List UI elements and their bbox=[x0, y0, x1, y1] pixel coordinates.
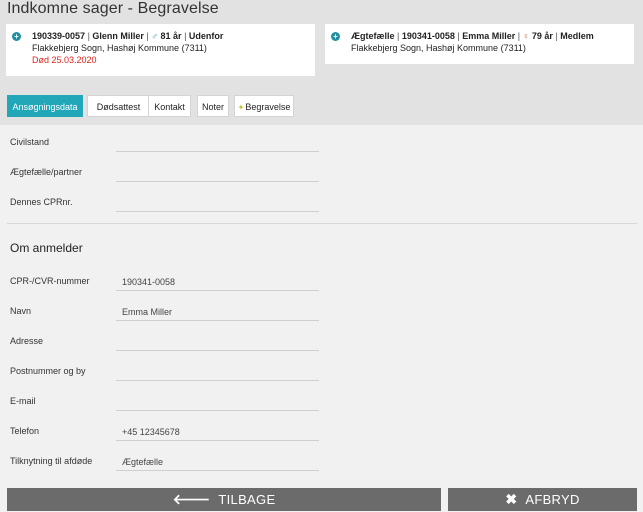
deceased-parish: Flakkebjerg Sogn, Hashøj Kommune (7311) bbox=[32, 43, 207, 53]
tab-noter[interactable]: Noter bbox=[197, 95, 229, 117]
telefon-field[interactable]: +45 12345678 bbox=[116, 419, 319, 441]
female-person-icon: ♀ bbox=[522, 31, 530, 41]
back-button-label: TILBAGE bbox=[218, 492, 276, 507]
field-label: Telefon bbox=[10, 426, 40, 436]
section-title-reporter: Om anmelder bbox=[10, 241, 83, 255]
form-row-cpr-cvr: CPR-/CVR-nummer 190341-0058 bbox=[0, 269, 643, 299]
field-label: E-mail bbox=[10, 396, 36, 406]
footer: 🡐 TILBAGE ✖ AFBRYD bbox=[0, 482, 643, 512]
tab-begravelse[interactable]: ✦Begravelse bbox=[234, 95, 294, 117]
deceased-card[interactable]: + 190339-0057 | Glenn Miller | ♂ 81 år |… bbox=[6, 24, 315, 76]
tab-doedsattest[interactable]: Dødsattest bbox=[87, 95, 150, 117]
tab-begravelse-label: Begravelse bbox=[245, 102, 291, 112]
cancel-button[interactable]: ✖ AFBRYD bbox=[448, 488, 637, 511]
form-row-postnummer: Postnummer og by bbox=[0, 359, 643, 389]
deceased-name: Glenn Miller bbox=[92, 31, 144, 41]
form-row-partner: Ægtefælle/partner bbox=[0, 160, 643, 190]
email-field[interactable] bbox=[116, 389, 319, 411]
arrow-left-icon: 🡐 bbox=[172, 491, 211, 507]
back-button[interactable]: 🡐 TILBAGE bbox=[7, 488, 441, 511]
plus-circle-icon[interactable]: + bbox=[331, 32, 340, 41]
deceased-summary: 190339-0057 | Glenn Miller | ♂ 81 år | U… bbox=[32, 31, 224, 41]
deceased-location: Udenfor bbox=[188, 31, 224, 41]
field-label: CPR-/CVR-nummer bbox=[10, 276, 90, 286]
field-label: Adresse bbox=[10, 336, 44, 346]
tilknytning-field[interactable]: Ægtefælle bbox=[116, 449, 319, 471]
form-row-navn: Navn Emma Miller bbox=[0, 299, 643, 329]
cancel-button-label: AFBRYD bbox=[525, 492, 580, 507]
close-icon: ✖ bbox=[505, 491, 518, 507]
cpr-cvr-field[interactable]: 190341-0058 bbox=[116, 269, 319, 291]
field-label: Civilstand bbox=[10, 137, 50, 147]
spouse-summary: Ægtefælle | 190341-0058 | Emma Miller | … bbox=[351, 31, 594, 41]
spouse-status: Medlem bbox=[560, 31, 594, 41]
navn-field[interactable]: Emma Miller bbox=[116, 299, 319, 321]
partner-cpr-field[interactable] bbox=[116, 190, 319, 212]
plus-circle-icon[interactable]: + bbox=[12, 32, 21, 41]
male-person-icon: ♂ bbox=[151, 31, 159, 41]
form-row-telefon: Telefon +45 12345678 bbox=[0, 419, 643, 449]
spouse-name: Emma Miller bbox=[462, 31, 516, 41]
adresse-field[interactable] bbox=[116, 329, 319, 351]
field-label: Tilknytning til afdøde bbox=[10, 456, 93, 466]
civilstand-field[interactable] bbox=[116, 130, 319, 152]
spouse-age: 79 år bbox=[531, 31, 553, 41]
section-divider bbox=[7, 223, 637, 224]
form-row-email: E-mail bbox=[0, 389, 643, 419]
tab-kontakt[interactable]: Kontakt bbox=[148, 95, 191, 117]
form-row-partner-cpr: Dennes CPRnr. bbox=[0, 190, 643, 220]
deceased-cpr: 190339-0057 bbox=[32, 31, 86, 41]
application-form: Civilstand Ægtefælle/partner Dennes CPRn… bbox=[0, 125, 643, 482]
tab-ansoegningsdata[interactable]: Ansøgningsdata bbox=[7, 95, 83, 117]
postnummer-field[interactable] bbox=[116, 359, 319, 381]
spouse-parish: Flakkebjerg Sogn, Hashøj Kommune (7311) bbox=[351, 43, 526, 53]
page-title: Indkomne sager - Begravelse bbox=[7, 0, 219, 17]
field-label: Navn bbox=[10, 306, 32, 316]
form-row-civilstand: Civilstand bbox=[0, 130, 643, 160]
spouse-card[interactable]: + Ægtefælle | 190341-0058 | Emma Miller … bbox=[325, 24, 634, 64]
deceased-death-date: Død 25.03.2020 bbox=[32, 55, 97, 65]
deceased-age: 81 år bbox=[160, 31, 182, 41]
field-label: Dennes CPRnr. bbox=[10, 197, 73, 207]
partner-field[interactable] bbox=[116, 160, 319, 182]
spouse-cpr: 190341-0058 bbox=[401, 31, 455, 41]
field-label: Ægtefælle/partner bbox=[10, 167, 83, 177]
spouse-relation: Ægtefælle bbox=[351, 31, 395, 41]
form-row-tilknytning: Tilknytning til afdøde Ægtefælle bbox=[0, 449, 643, 479]
field-label: Postnummer og by bbox=[10, 366, 86, 376]
form-row-adresse: Adresse bbox=[0, 329, 643, 359]
header: Indkomne sager - Begravelse + 190339-005… bbox=[0, 0, 643, 125]
star-icon: ✦ bbox=[237, 103, 245, 112]
